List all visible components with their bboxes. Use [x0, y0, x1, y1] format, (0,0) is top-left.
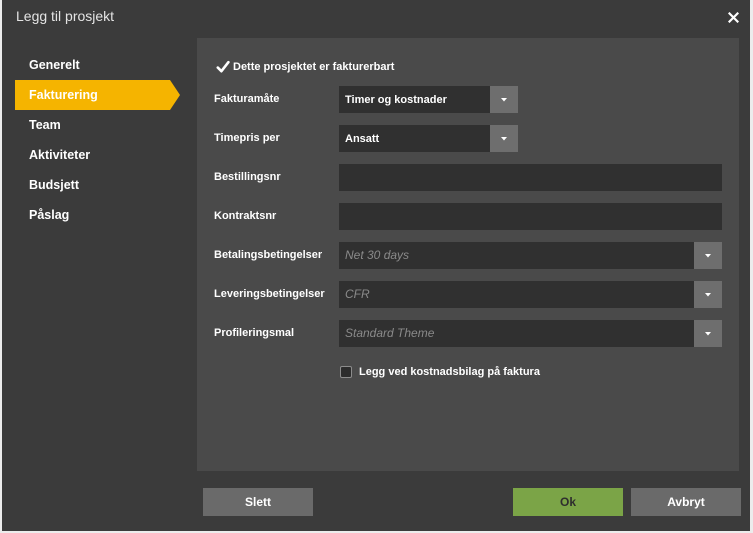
hourly-rate-per-dropdown-button[interactable] — [490, 125, 518, 152]
payment-terms-label: Betalingsbetingelser — [214, 249, 323, 261]
form-row-invoicing-method: Fakturamåte — [214, 86, 736, 113]
sidebar-item-paslag[interactable]: Påslag — [15, 200, 170, 230]
attach-cost-vouchers-checkbox[interactable]: Legg ved kostnadsbilag på faktura — [340, 365, 540, 379]
checkbox-box — [340, 366, 352, 378]
sidebar-item-aktiviteter[interactable]: Aktiviteter — [15, 140, 170, 170]
chevron-down-icon — [705, 292, 711, 296]
sidebar-item-generelt[interactable]: Generelt — [15, 50, 170, 80]
sidebar-item-fakturering[interactable]: Fakturering — [15, 80, 180, 110]
sidebar-item-label: Aktiviteter — [29, 148, 91, 162]
sidebar-item-label: Påslag — [29, 208, 70, 222]
attach-cost-vouchers-label: Legg ved kostnadsbilag på faktura — [359, 366, 540, 378]
order-number-input[interactable] — [339, 164, 722, 191]
sidebar-item-label: Team — [29, 118, 61, 132]
invoicing-method-label: Fakturamåte — [214, 93, 280, 105]
delivery-terms-input[interactable] — [339, 281, 694, 308]
delivery-terms-label: Leveringsbetingelser — [214, 288, 325, 300]
delivery-terms-dropdown-button[interactable] — [694, 281, 722, 308]
form-row-order-number: Bestillingsnr — [214, 164, 736, 191]
close-icon — [727, 11, 739, 23]
profile-template-select[interactable] — [339, 320, 722, 347]
hourly-rate-per-value[interactable] — [339, 125, 490, 152]
chevron-down-icon — [705, 253, 711, 257]
close-button[interactable] — [726, 10, 740, 24]
payment-terms-input[interactable] — [339, 242, 694, 269]
hourly-rate-per-select[interactable] — [339, 125, 518, 152]
form-row-delivery-terms: Leveringsbetingelser — [214, 281, 736, 308]
payment-terms-select[interactable] — [339, 242, 722, 269]
chevron-down-icon — [501, 136, 507, 140]
delivery-terms-select[interactable] — [339, 281, 722, 308]
invoicing-form-panel: Dette prosjektet er fakturerbart Faktura… — [197, 38, 739, 471]
contract-number-label: Kontraktsnr — [214, 210, 277, 222]
form-row-hourly-rate-per: Timepris per — [214, 125, 736, 152]
sidebar-item-budsjett[interactable]: Budsjett — [15, 170, 170, 200]
invoicing-method-select[interactable] — [339, 86, 518, 113]
hourly-rate-per-label: Timepris per — [214, 132, 280, 144]
dialog-title: Legg til prosjekt — [16, 8, 115, 24]
form-row-profile-template: Profileringsmal — [214, 320, 736, 347]
invoicing-method-value[interactable] — [339, 86, 490, 113]
check-icon — [216, 60, 230, 73]
billable-checkbox[interactable]: Dette prosjektet er fakturerbart — [216, 60, 394, 74]
form-row-contract-number: Kontraktsnr — [214, 203, 736, 230]
invoicing-method-dropdown-button[interactable] — [490, 86, 518, 113]
sidebar-item-label: Generelt — [29, 58, 80, 72]
ok-button[interactable]: Ok — [513, 488, 623, 516]
order-number-label: Bestillingsnr — [214, 171, 281, 183]
sidebar-item-team[interactable]: Team — [15, 110, 170, 140]
profile-template-dropdown-button[interactable] — [694, 320, 722, 347]
payment-terms-dropdown-button[interactable] — [694, 242, 722, 269]
chevron-down-icon — [501, 97, 507, 101]
dialog-title-bar: Legg til prosjekt — [2, 0, 750, 34]
dialog-footer: Slett Ok Avbryt — [2, 471, 750, 531]
billable-label: Dette prosjektet er fakturerbart — [233, 61, 395, 73]
form-row-payment-terms: Betalingsbetingelser — [214, 242, 736, 269]
contract-number-input[interactable] — [339, 203, 722, 230]
delete-button[interactable]: Slett — [203, 488, 313, 516]
add-project-dialog: Legg til prosjekt Generelt Fakturering T… — [2, 0, 750, 531]
sidebar-item-label: Budsjett — [29, 178, 79, 192]
cancel-button[interactable]: Avbryt — [631, 488, 741, 516]
chevron-down-icon — [705, 331, 711, 335]
profile-template-label: Profileringsmal — [214, 327, 295, 339]
profile-template-input[interactable] — [339, 320, 694, 347]
sidebar: Generelt Fakturering Team Aktiviteter Bu… — [15, 38, 195, 471]
sidebar-item-label: Fakturering — [29, 88, 98, 102]
